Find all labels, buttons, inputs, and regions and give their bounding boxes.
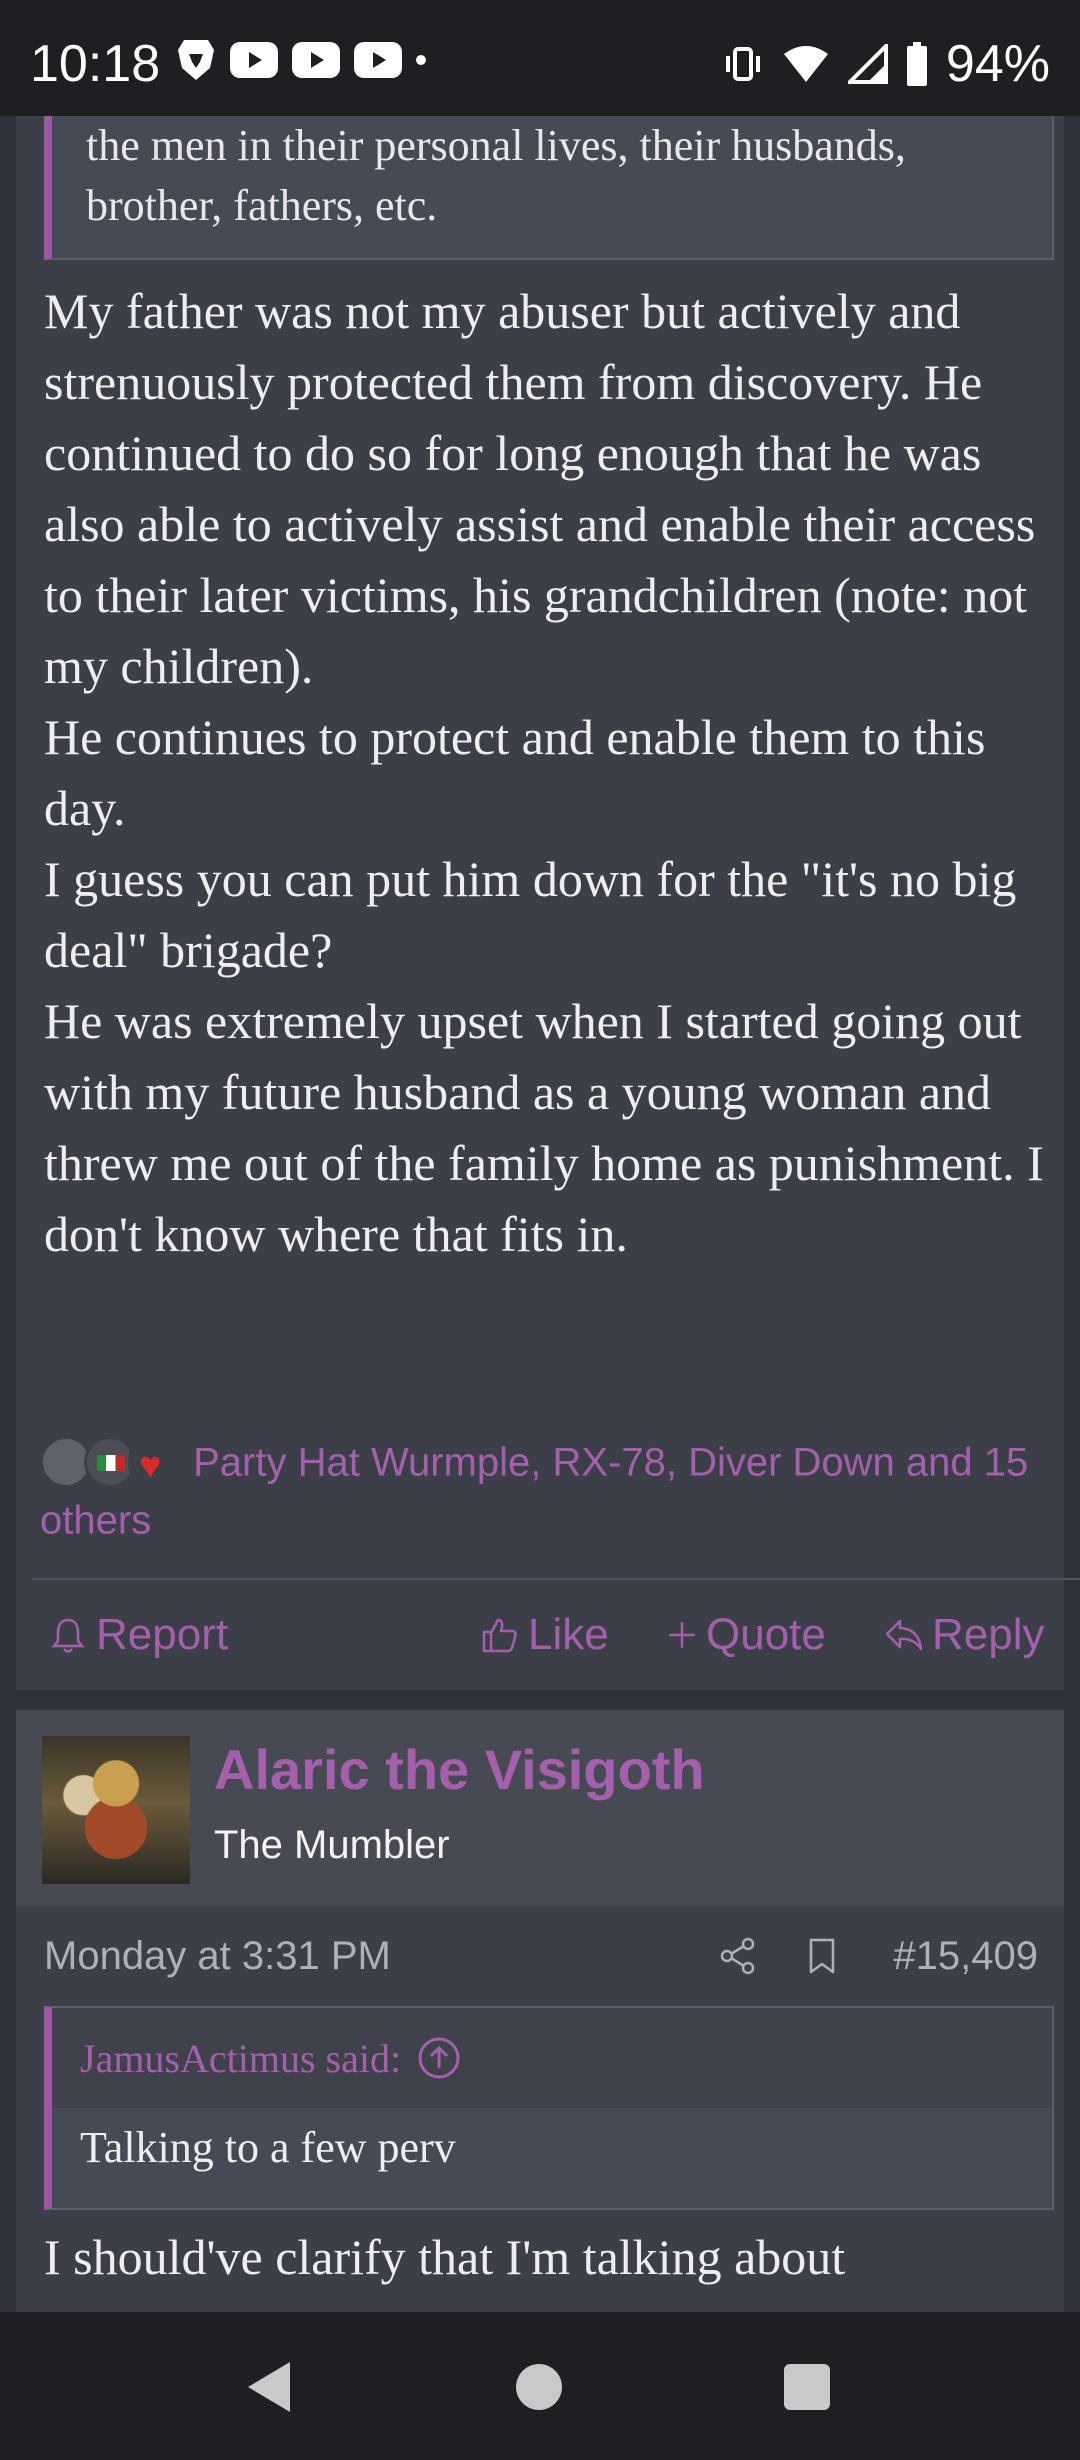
reply-arrow-icon [885,1619,923,1651]
status-time: 10:18 [30,35,161,93]
post-body: My father was not my abuser but actively… [44,276,1054,1270]
signal-icon [847,44,888,84]
blockquote: JamusActimus said: Talking to a few perv [44,2006,1054,2210]
like-button[interactable]: Like [480,1610,609,1660]
youtube-icon [230,42,278,78]
post-actions: Report Like Quote Reply [32,1578,1080,1692]
like-label: Like [528,1610,609,1659]
avatar[interactable] [42,1736,190,1898]
thread-content[interactable]: the men in their personal lives, their h… [0,116,1080,2312]
quote-label: Quote [706,1610,826,1659]
user-title: The Mumbler [214,1823,450,1867]
arrow-up-circle-icon[interactable] [417,2036,461,2080]
brave-lion-icon [178,40,214,80]
quote-text: Talking to a few perv [80,2123,456,2172]
username-link[interactable]: Alaric the Visigoth [214,1734,705,1806]
quote-attribution[interactable]: JamusActimus said: [52,2008,1052,2108]
system-icons: 94% [722,34,1050,94]
post: Alaric the Visigoth The Mumbler Monday a… [16,1710,1064,2312]
plus-icon [669,1622,695,1648]
wifi-icon [783,46,828,82]
thumbs-up-icon [482,1618,517,1653]
report-label: Report [96,1610,229,1659]
heart-reaction-icon: ♥ [128,1436,180,1489]
post-paragraph: My father was not my abuser but actively… [44,283,1036,694]
notification-icons [176,38,426,82]
vibrate-icon [725,47,760,81]
share-icon[interactable] [718,1936,758,1976]
post-author-bar: Alaric the Visigoth The Mumbler [16,1710,1064,1906]
more-notifications-icon [416,55,426,65]
reactions-link[interactable]: Party Hat Wurmple, RX-78, Diver Down and… [40,1440,1028,1542]
post-number-link[interactable]: #15,409 [893,1934,1038,1979]
post: the men in their personal lives, their h… [16,116,1080,1690]
post-body: I should've clarify that I'm talking abo… [44,2229,846,2285]
post-paragraph: I guess you can put him down for the "it… [44,851,1017,978]
post-paragraph: He continues to protect and enable them … [44,709,986,836]
report-button[interactable]: Report [48,1610,228,1660]
battery-percent: 94% [945,35,1050,93]
quote-text: the men in their personal lives, their h… [86,121,906,230]
back-icon[interactable] [248,2362,290,2412]
recent-apps-icon[interactable] [784,2364,830,2410]
home-icon[interactable] [516,2364,562,2410]
post-paragraph: He was extremely upset when I started go… [44,993,1044,1262]
post-meta: Monday at 3:31 PM #15,409 [16,1906,1064,2010]
bookmark-icon[interactable] [802,1936,842,1976]
reply-label: Reply [932,1610,1045,1659]
system-nav-bar [0,2312,1080,2460]
reaction-icons: ♥ [40,1434,182,1490]
blockquote: the men in their personal lives, their h… [44,116,1054,260]
battery-icon [906,42,927,86]
youtube-icon [292,42,340,78]
bell-icon [51,1618,85,1653]
youtube-icon [354,42,402,78]
post-date-link[interactable]: Monday at 3:31 PM [44,1934,391,1979]
reply-button[interactable]: Reply [884,1610,1045,1660]
reactions-bar[interactable]: ♥ Party Hat Wurmple, RX-78, Diver Down a… [40,1432,1050,1549]
status-bar: 10:18 94% [0,0,1080,116]
quote-author: JamusActimus said: [80,2035,402,2081]
quote-button[interactable]: Quote [666,1610,826,1660]
